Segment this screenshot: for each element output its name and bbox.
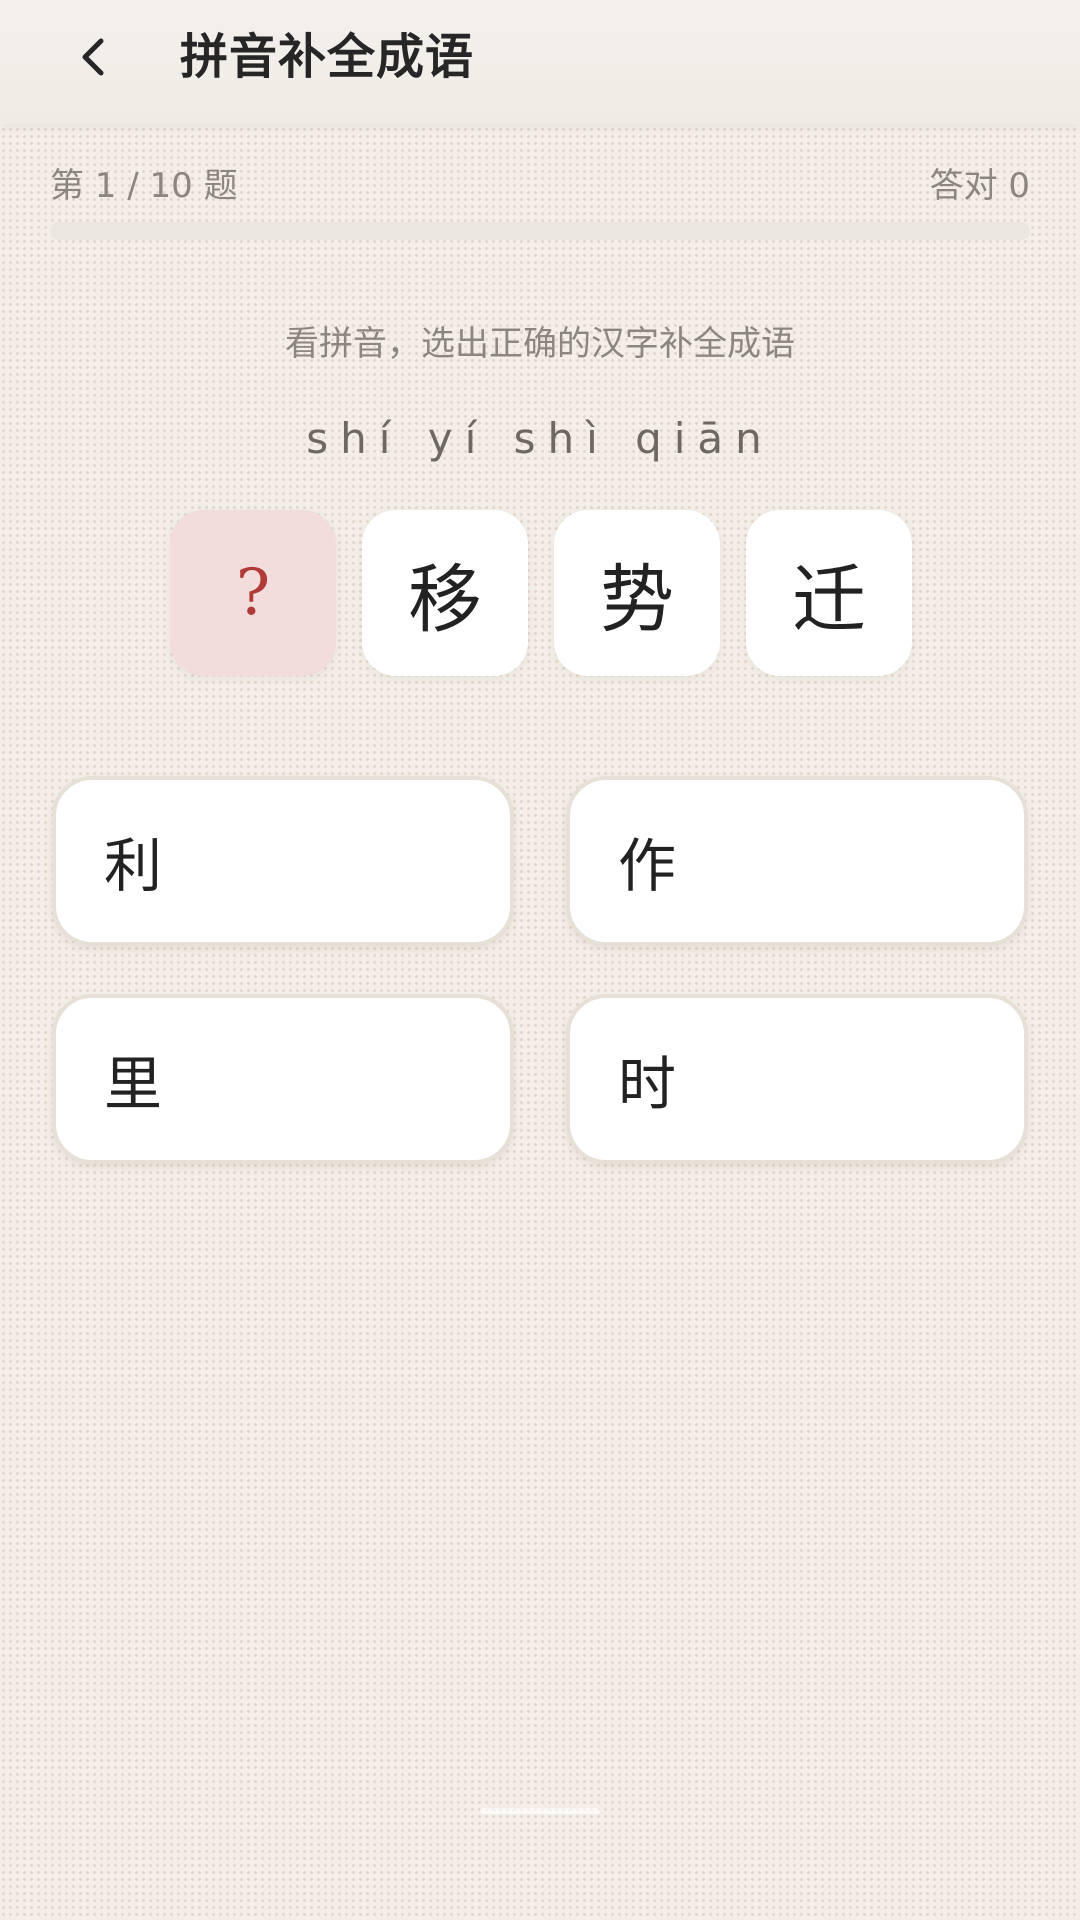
progress-bar	[50, 222, 1030, 240]
idiom-tiles: ? 移 势 迁	[170, 510, 914, 676]
question-progress-text: 第 1 / 10 题	[50, 166, 238, 206]
idiom-tile-3: 势	[554, 510, 720, 676]
chevron-left-icon	[75, 35, 111, 79]
instruction-text: 看拼音，选出正确的汉字补全成语	[285, 324, 795, 364]
score-text: 答对 0	[929, 166, 1030, 206]
pinyin-text: shí yí shì qiān	[306, 414, 774, 463]
back-button[interactable]	[58, 22, 128, 92]
answer-options: 利 作 里 时	[52, 776, 1028, 1164]
answer-option-4[interactable]: 时	[566, 994, 1028, 1164]
idiom-tile-2: 移	[362, 510, 528, 676]
answer-option-2[interactable]: 作	[566, 776, 1028, 946]
app-header: 拼音补全成语	[0, 0, 1080, 124]
answer-option-3[interactable]: 里	[52, 994, 514, 1164]
answer-option-1[interactable]: 利	[52, 776, 514, 946]
page-title: 拼音补全成语	[180, 29, 475, 85]
idiom-tile-blank: ?	[170, 510, 336, 676]
home-indicator	[480, 1808, 600, 1814]
idiom-tile-4: 迁	[746, 510, 912, 676]
